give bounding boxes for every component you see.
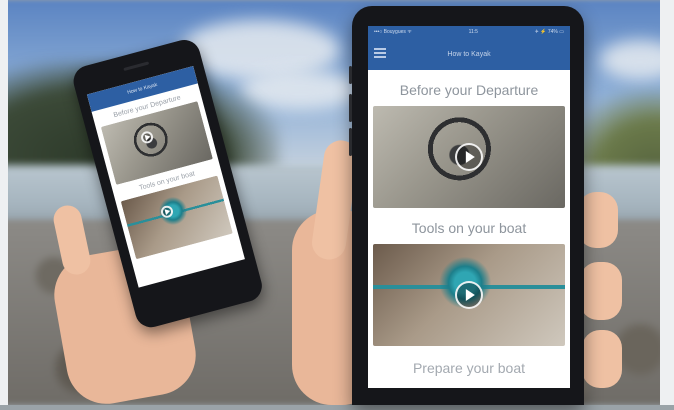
phone-right-screen: •••○ Bouygues ᯤ 11:5 ✈ ⚡ 74% ▭ How to Ka…	[368, 26, 570, 388]
hamburger-menu-icon[interactable]	[374, 48, 386, 58]
frame-edge-right	[660, 0, 674, 405]
video-thumbnail-wheel[interactable]	[373, 106, 565, 208]
play-icon[interactable]	[455, 281, 483, 309]
video-thumbnail-rope[interactable]	[373, 244, 565, 346]
app-navbar: How to Kayak	[368, 38, 570, 70]
frame-edge-left	[0, 0, 8, 405]
right-hand-finger	[580, 262, 622, 320]
section-title: Tools on your boat	[411, 220, 527, 236]
carrier-signal: •••○ Bouygues ᯤ	[374, 29, 412, 35]
nav-title: How to Kayak	[447, 50, 491, 58]
right-hand-finger	[578, 192, 618, 248]
status-time: 11:5	[468, 29, 478, 35]
play-icon[interactable]	[159, 204, 175, 220]
phone-speaker	[123, 61, 150, 72]
play-icon[interactable]	[455, 143, 483, 171]
volume-button	[349, 128, 352, 156]
play-icon[interactable]	[139, 130, 155, 145]
volume-button	[349, 94, 352, 122]
section-title: Before your Departure	[399, 82, 539, 98]
volume-button	[349, 66, 352, 84]
battery-indicator: ✈ ⚡ 74% ▭	[534, 29, 564, 35]
section-title: Prepare your boat	[412, 360, 526, 376]
phone-right: •••○ Bouygues ᯤ 11:5 ✈ ⚡ 74% ▭ How to Ka…	[349, 6, 584, 405]
status-bar: •••○ Bouygues ᯤ 11:5 ✈ ⚡ 74% ▭	[368, 26, 570, 38]
right-hand-finger	[582, 330, 622, 388]
